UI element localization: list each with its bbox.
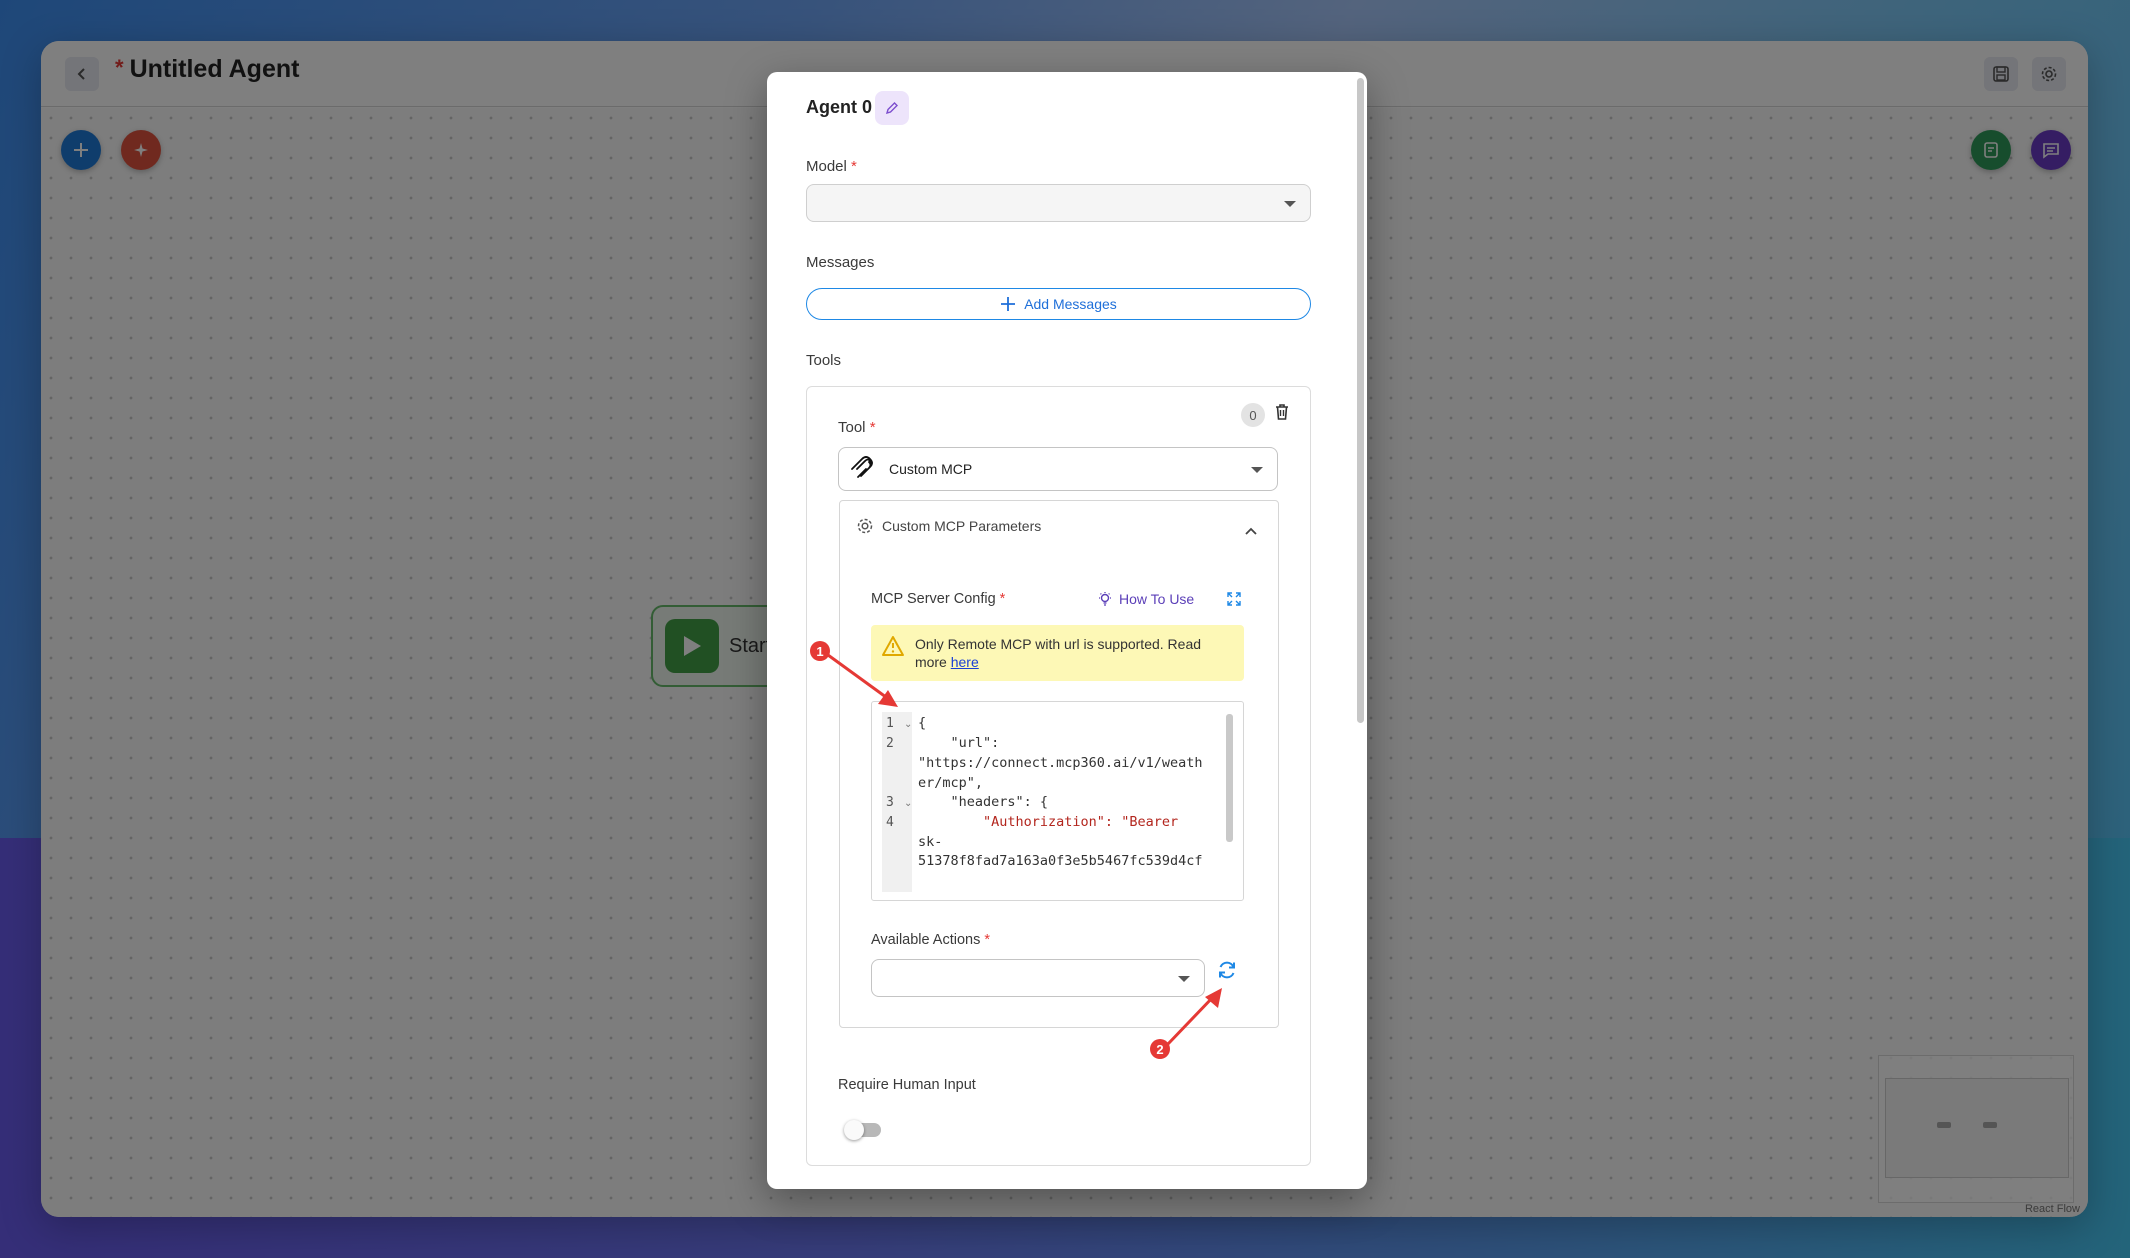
- caret-down-icon: [1251, 467, 1263, 473]
- tool-label-text: Tool: [838, 419, 866, 436]
- model-label-text: Model: [806, 158, 847, 175]
- read-more-link[interactable]: here: [951, 654, 979, 670]
- required-mark: *: [851, 158, 857, 175]
- server-config-label: MCP Server Config *: [871, 591, 1005, 607]
- code-token: "Bearer: [1121, 814, 1179, 830]
- available-actions-select[interactable]: [871, 959, 1205, 997]
- line-number: 1: [886, 716, 894, 731]
- required-mark: *: [984, 932, 991, 948]
- required-mark: *: [869, 419, 876, 436]
- pencil-icon: [885, 102, 898, 115]
- line-number: 2: [886, 736, 894, 751]
- code-token: "Authorization":: [918, 814, 1122, 830]
- tool-label: Tool *: [838, 419, 876, 436]
- fold-icon[interactable]: ⌄: [904, 798, 912, 809]
- warning-banner: Only Remote MCP with url is supported. R…: [871, 625, 1244, 681]
- add-messages-button[interactable]: Add Messages: [806, 288, 1311, 320]
- code-line: 51378f8fad7a163a0f3e5b5467fc539d4cf: [918, 853, 1203, 869]
- model-label: Model *: [806, 158, 857, 175]
- edit-name-button[interactable]: [875, 91, 909, 125]
- code-line: "Authorization": "Bearer: [918, 813, 1178, 833]
- warning-text: Only Remote MCP with url is supported. R…: [915, 635, 1234, 671]
- require-human-input-toggle[interactable]: [844, 1120, 881, 1140]
- require-human-input-label: Require Human Input: [838, 1077, 976, 1093]
- editor-scrollbar[interactable]: [1226, 714, 1233, 842]
- lightbulb-icon: [1099, 592, 1111, 606]
- agent-dialog: Agent 0 Model * Messages Add Messages To…: [767, 72, 1367, 1189]
- code-line: {: [918, 715, 927, 731]
- delete-tool-button[interactable]: [1273, 403, 1291, 426]
- refresh-actions-button[interactable]: [1216, 959, 1238, 986]
- how-to-use-button[interactable]: How To Use: [1097, 591, 1194, 607]
- expand-icon: [1227, 592, 1241, 606]
- code-line: "https://connect.mcp360.ai/v1/weath: [918, 755, 1203, 771]
- mcp-logo-icon: [851, 456, 873, 478]
- available-actions-label: Available Actions *: [871, 932, 990, 948]
- model-select[interactable]: [806, 184, 1311, 222]
- caret-down-icon: [1284, 201, 1296, 207]
- code-line: er/mcp",: [918, 775, 984, 791]
- add-messages-label: Add Messages: [1024, 296, 1117, 312]
- required-mark: *: [999, 591, 1006, 607]
- code-line: "url":: [918, 735, 1000, 751]
- refresh-icon: [1219, 961, 1235, 979]
- mcp-params-panel: Custom MCP Parameters MCP Server Config …: [839, 500, 1279, 1028]
- caret-down-icon: [1178, 976, 1190, 982]
- messages-label: Messages: [806, 254, 875, 271]
- mcp-params-header[interactable]: Custom MCP Parameters: [856, 517, 1041, 535]
- line-number: 3: [886, 795, 894, 810]
- agent-name: Agent 0: [806, 97, 873, 117]
- code-line: sk-: [918, 834, 943, 850]
- available-actions-label-text: Available Actions: [871, 932, 981, 948]
- tool-card: 0 Tool * Custom MCP Custom MCP Parameter…: [806, 386, 1311, 1166]
- code-editor[interactable]: 1 ⌄ 2 3 ⌄ 4 { "url": "https://connect.mc…: [871, 701, 1244, 901]
- how-to-use-label: How To Use: [1119, 591, 1195, 607]
- trash-icon: [1276, 404, 1288, 420]
- fold-icon[interactable]: ⌄: [904, 719, 912, 730]
- tool-index-badge: 0: [1241, 403, 1265, 427]
- code-line: "headers": {: [918, 794, 1049, 810]
- mcp-params-title: Custom MCP Parameters: [882, 518, 1042, 534]
- tool-select-value: Custom MCP: [889, 461, 973, 477]
- warning-icon: [881, 636, 904, 656]
- toggle-knob: [844, 1120, 864, 1140]
- chevron-up-icon: [1245, 527, 1257, 535]
- plus-icon: [1001, 297, 1016, 311]
- gear-icon: [857, 518, 873, 534]
- line-number: 4: [886, 815, 894, 830]
- expand-editor-button[interactable]: [1226, 591, 1242, 612]
- collapse-button[interactable]: [1244, 523, 1258, 541]
- tool-select[interactable]: Custom MCP: [838, 447, 1278, 491]
- server-config-label-text: MCP Server Config: [871, 591, 996, 607]
- tools-label: Tools: [806, 352, 842, 369]
- dialog-scrollbar[interactable]: [1357, 78, 1364, 723]
